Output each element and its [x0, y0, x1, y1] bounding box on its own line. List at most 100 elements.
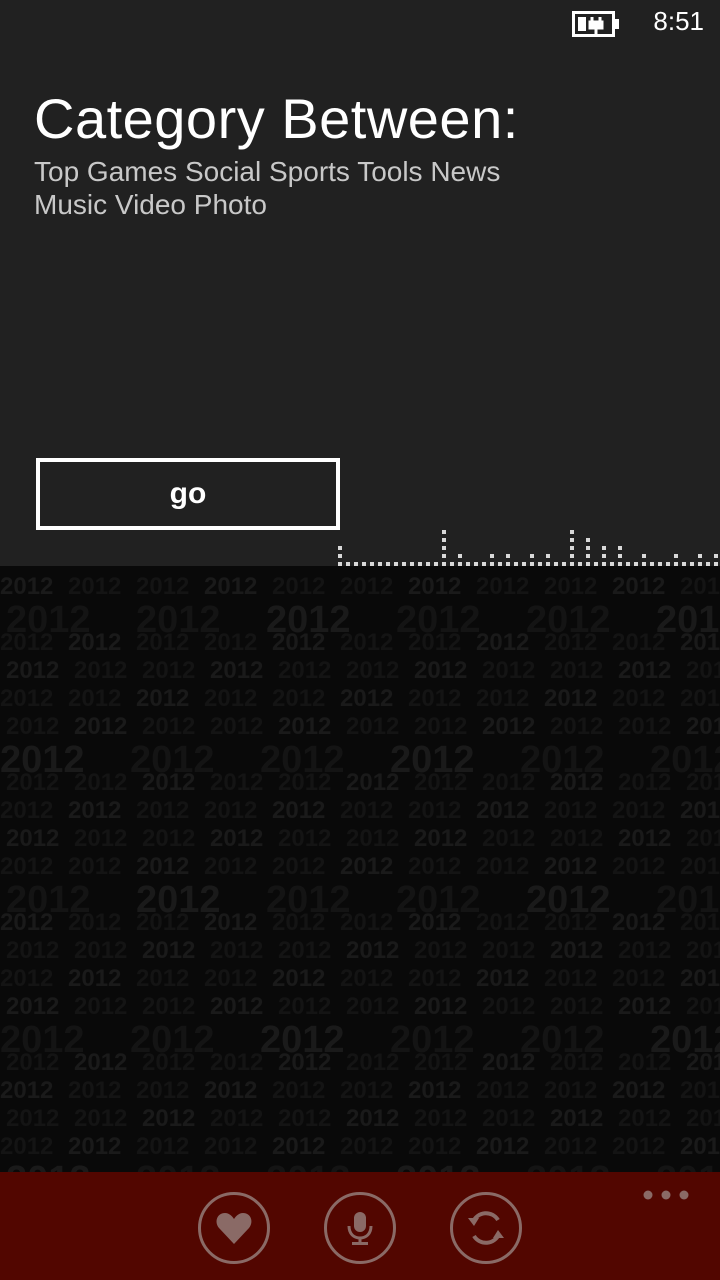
svg-text:2012: 2012	[340, 685, 393, 712]
svg-text:2012: 2012	[204, 797, 257, 824]
svg-text:2012: 2012	[618, 769, 671, 796]
svg-text:2012: 2012	[346, 1049, 399, 1076]
svg-text:2012: 2012	[618, 713, 671, 740]
svg-text:2012: 2012	[142, 769, 195, 796]
svg-text:2012: 2012	[476, 573, 529, 600]
svg-text:2012: 2012	[136, 797, 189, 824]
svg-text:2012: 2012	[550, 825, 603, 852]
svg-text:2012: 2012	[210, 769, 263, 796]
svg-text:2012: 2012	[204, 685, 257, 712]
svg-text:2012: 2012	[340, 1133, 393, 1160]
svg-text:2012: 2012	[680, 909, 720, 936]
svg-text:2012: 2012	[680, 685, 720, 712]
svg-text:2012: 2012	[686, 657, 720, 684]
svg-text:2012: 2012	[136, 1133, 189, 1160]
svg-text:2012: 2012	[278, 825, 331, 852]
svg-text:2012: 2012	[476, 797, 529, 824]
microphone-icon	[347, 1212, 373, 1245]
svg-text:2012: 2012	[6, 657, 59, 684]
svg-text:2012: 2012	[612, 797, 665, 824]
svg-text:2012: 2012	[272, 1077, 325, 1104]
svg-text:2012: 2012	[136, 629, 189, 656]
svg-text:2012: 2012	[136, 965, 189, 992]
svg-text:2012: 2012	[612, 629, 665, 656]
svg-text:2012: 2012	[142, 1105, 195, 1132]
svg-text:2012: 2012	[74, 825, 127, 852]
svg-text:2012: 2012	[142, 825, 195, 852]
svg-text:2012: 2012	[272, 629, 325, 656]
svg-text:2012: 2012	[544, 797, 597, 824]
svg-text:2012: 2012	[74, 1105, 127, 1132]
svg-text:2012: 2012	[550, 657, 603, 684]
svg-text:2012: 2012	[0, 573, 53, 600]
svg-text:2012: 2012	[0, 909, 53, 936]
svg-text:2012: 2012	[612, 853, 665, 880]
svg-text:2012: 2012	[544, 629, 597, 656]
svg-text:2012: 2012	[656, 1159, 720, 1172]
svg-text:2012: 2012	[210, 993, 263, 1020]
svg-text:2012: 2012	[278, 769, 331, 796]
svg-text:2012: 2012	[476, 685, 529, 712]
battery-charging-icon	[572, 11, 619, 37]
svg-text:2012: 2012	[482, 1049, 535, 1076]
svg-text:2012: 2012	[272, 685, 325, 712]
svg-text:2012: 2012	[6, 1159, 91, 1172]
svg-text:2012: 2012	[272, 573, 325, 600]
svg-text:2012: 2012	[612, 909, 665, 936]
svg-text:2012: 2012	[346, 769, 399, 796]
background-pattern: 2012 2012 2012 2012 2012 2012 2012 2012 2012 2012…	[0, 566, 720, 1172]
svg-text:2012: 2012	[550, 769, 603, 796]
svg-text:2012: 2012	[278, 713, 331, 740]
svg-text:2012: 2012	[340, 909, 393, 936]
top-panel: 8:51 Category Between: Top Games Social …	[0, 0, 720, 566]
svg-text:2012: 2012	[74, 769, 127, 796]
app-bar	[0, 1172, 720, 1280]
svg-text:2012: 2012	[142, 713, 195, 740]
svg-text:2012: 2012	[544, 573, 597, 600]
svg-text:2012: 2012	[278, 657, 331, 684]
svg-text:2012: 2012	[142, 937, 195, 964]
go-button[interactable]: go	[36, 458, 340, 530]
svg-text:2012: 2012	[68, 853, 121, 880]
svg-text:2012: 2012	[142, 657, 195, 684]
svg-text:2012: 2012	[68, 573, 121, 600]
svg-text:2012: 2012	[680, 965, 720, 992]
favorite-button[interactable]	[198, 1192, 270, 1264]
svg-text:2012: 2012	[414, 769, 467, 796]
svg-text:2012: 2012	[346, 1105, 399, 1132]
clock: 8:51	[653, 6, 704, 36]
svg-text:2012: 2012	[482, 993, 535, 1020]
svg-text:2012: 2012	[6, 1049, 59, 1076]
svg-text:2012: 2012	[618, 1105, 671, 1132]
svg-text:2012: 2012	[210, 825, 263, 852]
svg-text:2012: 2012	[482, 657, 535, 684]
svg-text:2012: 2012	[68, 629, 121, 656]
svg-text:2012: 2012	[544, 909, 597, 936]
svg-text:2012: 2012	[408, 1133, 461, 1160]
page-title: Category Between:	[34, 87, 519, 150]
svg-text:2012: 2012	[612, 965, 665, 992]
svg-text:2012: 2012	[550, 937, 603, 964]
svg-text:2012: 2012	[680, 1077, 720, 1104]
svg-text:2012: 2012	[482, 713, 535, 740]
svg-text:2012: 2012	[476, 965, 529, 992]
svg-text:2012: 2012	[204, 853, 257, 880]
svg-text:2012: 2012	[6, 993, 59, 1020]
svg-text:2012: 2012	[612, 573, 665, 600]
category-list-text: Top Games Social Sports Tools News Music…	[34, 156, 501, 220]
svg-text:2012: 2012	[476, 1133, 529, 1160]
svg-text:2012: 2012	[612, 1133, 665, 1160]
svg-text:2012: 2012	[74, 1049, 127, 1076]
svg-text:2012: 2012	[74, 713, 127, 740]
equalizer-decoration	[338, 530, 718, 566]
svg-text:2012: 2012	[6, 713, 59, 740]
svg-text:2012: 2012	[396, 1159, 481, 1172]
svg-text:2012: 2012	[414, 1105, 467, 1132]
svg-text:2012: 2012	[482, 937, 535, 964]
svg-text:2012: 2012	[612, 685, 665, 712]
microphone-button[interactable]	[324, 1192, 396, 1264]
more-dots-icon[interactable]	[642, 1188, 690, 1202]
refresh-button[interactable]	[450, 1192, 522, 1264]
svg-text:2012: 2012	[476, 853, 529, 880]
svg-text:2012: 2012	[544, 853, 597, 880]
